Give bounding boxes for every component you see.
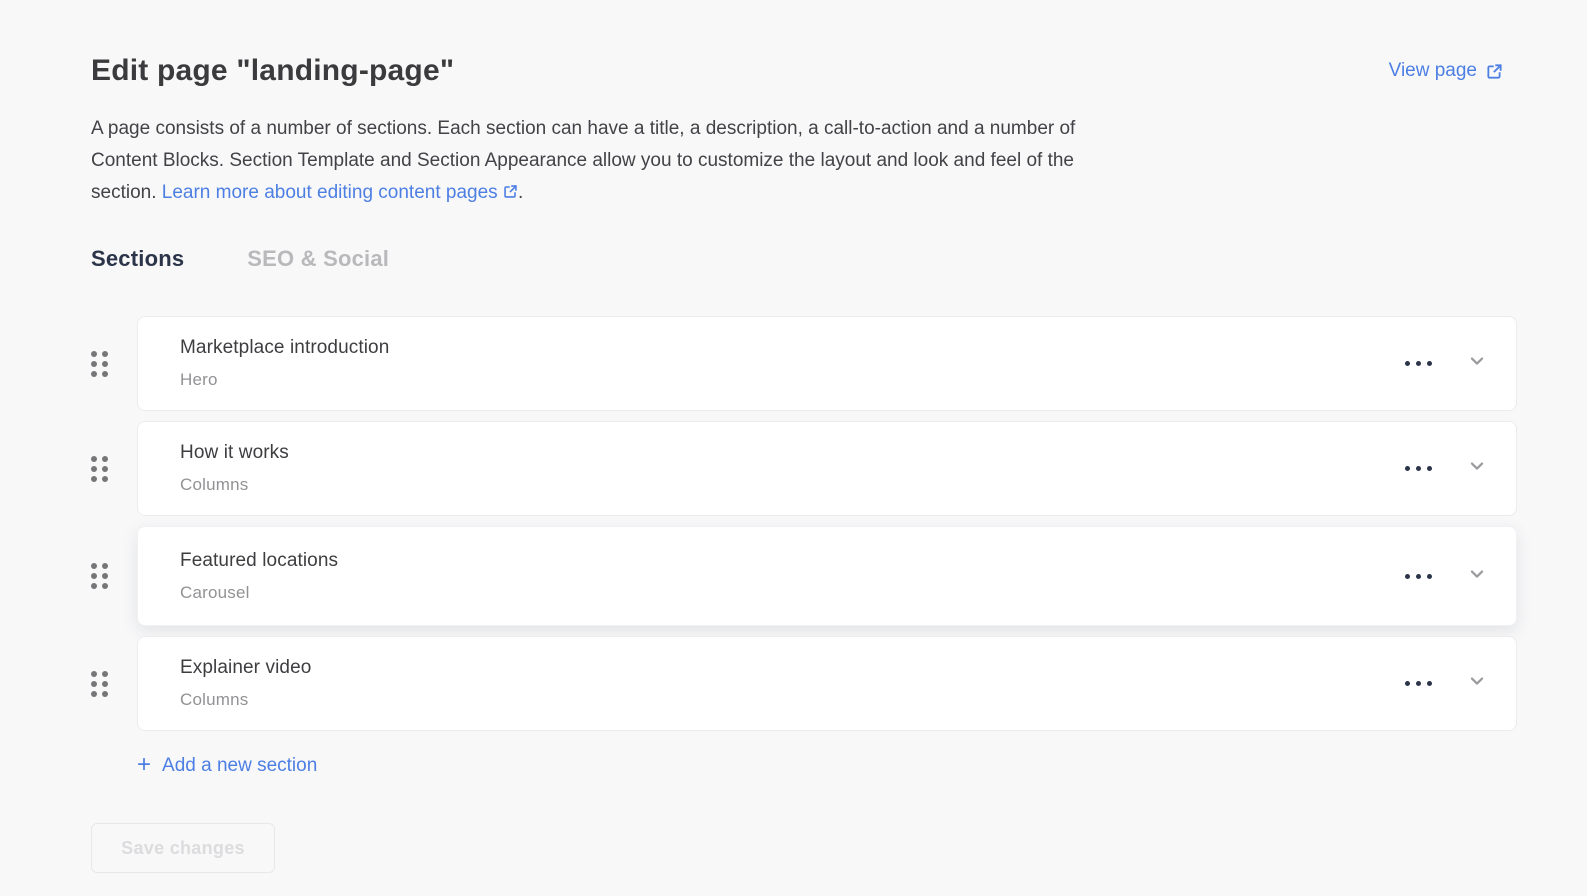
learn-more-link[interactable]: Learn more about editing content pages (162, 182, 518, 203)
plus-icon: + (137, 753, 151, 777)
section-card[interactable]: How it works Columns (137, 421, 1517, 516)
section-card[interactable]: Featured locations Carousel (137, 526, 1517, 626)
section-row: How it works Columns (91, 421, 1517, 516)
section-list: Marketplace introduction Hero How it wor… (91, 316, 1517, 731)
more-options-button[interactable] (1399, 458, 1438, 479)
section-template: Columns (180, 690, 1399, 710)
more-options-button[interactable] (1399, 673, 1438, 694)
external-link-icon (1486, 63, 1503, 80)
external-link-icon (503, 184, 518, 199)
edit-page-container: Edit page "landing-page" View page A pag… (91, 0, 1517, 873)
section-card-text: How it works Columns (180, 442, 1399, 495)
description-suffix: . (518, 182, 523, 203)
section-card[interactable]: Explainer video Columns (137, 636, 1517, 731)
page-description: A page consists of a number of sections.… (91, 113, 1126, 209)
view-page-link[interactable]: View page (1389, 60, 1503, 82)
drag-handle-icon[interactable] (91, 456, 137, 482)
section-row: Featured locations Carousel (91, 526, 1517, 626)
chevron-down-icon[interactable] (1464, 668, 1490, 699)
tab-bar: Sections SEO & Social (91, 246, 1517, 272)
chevron-down-icon[interactable] (1464, 348, 1490, 379)
section-template: Carousel (180, 583, 1399, 603)
learn-more-label: Learn more about editing content pages (162, 182, 498, 203)
page-header: Edit page "landing-page" View page (91, 54, 1517, 88)
section-title: How it works (180, 442, 1399, 464)
more-options-button[interactable] (1399, 566, 1438, 587)
section-row: Explainer video Columns (91, 636, 1517, 731)
section-template: Columns (180, 475, 1399, 495)
section-title: Marketplace introduction (180, 337, 1399, 359)
chevron-down-icon[interactable] (1464, 453, 1490, 484)
drag-handle-icon[interactable] (91, 563, 137, 589)
section-title: Featured locations (180, 550, 1399, 572)
add-section-link[interactable]: + Add a new section (137, 755, 1517, 777)
view-page-label: View page (1389, 60, 1477, 82)
drag-handle-icon[interactable] (91, 671, 137, 697)
section-template: Hero (180, 370, 1399, 390)
add-section-label: Add a new section (162, 755, 317, 777)
section-card[interactable]: Marketplace introduction Hero (137, 316, 1517, 411)
save-changes-button[interactable]: Save changes (91, 823, 275, 873)
tab-seo-social[interactable]: SEO & Social (247, 246, 389, 272)
more-options-button[interactable] (1399, 353, 1438, 374)
section-title: Explainer video (180, 657, 1399, 679)
chevron-down-icon[interactable] (1464, 561, 1490, 592)
drag-handle-icon[interactable] (91, 351, 137, 377)
section-row: Marketplace introduction Hero (91, 316, 1517, 411)
tab-sections[interactable]: Sections (91, 246, 184, 272)
section-card-text: Marketplace introduction Hero (180, 337, 1399, 390)
section-card-text: Featured locations Carousel (180, 550, 1399, 603)
page-title: Edit page "landing-page" (91, 54, 454, 88)
section-card-text: Explainer video Columns (180, 657, 1399, 710)
